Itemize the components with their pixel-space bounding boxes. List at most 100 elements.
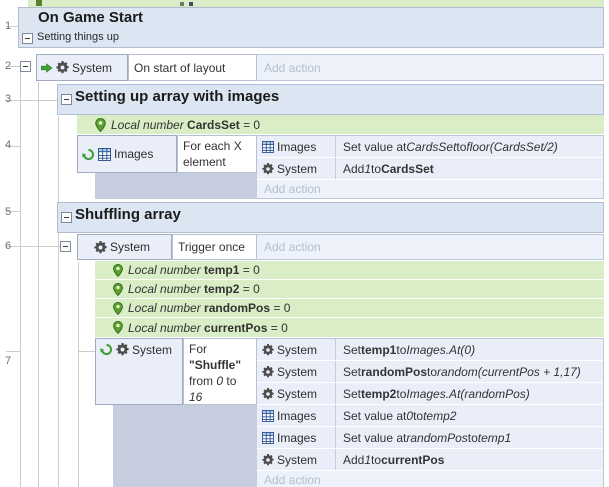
event-object-cell[interactable]: System bbox=[95, 338, 183, 405]
event-object-label: Images bbox=[114, 147, 153, 161]
text-fragment bbox=[180, 2, 184, 6]
row-number: 2 bbox=[1, 60, 15, 72]
system-gear-icon bbox=[262, 163, 274, 175]
action-object-label: System bbox=[277, 387, 317, 401]
row-number: 6 bbox=[1, 240, 15, 252]
action-text: Add 1 to currentPos bbox=[335, 449, 603, 470]
tree-line bbox=[58, 116, 59, 487]
group-title: On Game Start bbox=[38, 9, 143, 26]
tree-line bbox=[38, 82, 39, 487]
action-object-label: System bbox=[277, 162, 317, 176]
variable-declaration: Local number CardsSet = 0 bbox=[111, 118, 260, 132]
event-object-label: System bbox=[132, 343, 172, 357]
action-text: Set temp1 to Images.At(0) bbox=[335, 339, 603, 360]
action-object-label: System bbox=[277, 453, 317, 467]
system-gear-icon bbox=[116, 343, 129, 356]
local-variable-pin-icon bbox=[95, 118, 106, 132]
event-object-cell[interactable]: System bbox=[77, 234, 172, 260]
collapse-icon[interactable] bbox=[60, 241, 71, 252]
local-variable-row[interactable]: Local number temp1 = 0 bbox=[95, 261, 604, 280]
action-row[interactable]: System Add 1 to CardsSet bbox=[257, 158, 603, 180]
local-variable-pin-icon bbox=[113, 264, 123, 277]
row-number: 7 bbox=[1, 355, 15, 367]
action-row[interactable]: System Add 1 to currentPos bbox=[257, 449, 603, 471]
collapse-icon[interactable] bbox=[61, 212, 72, 223]
row-number: 4 bbox=[1, 139, 15, 151]
action-row[interactable]: Images Set value at CardsSet to floor(Ca… bbox=[257, 136, 603, 158]
event-object-label: System bbox=[72, 61, 112, 75]
condition-text: For each X element bbox=[183, 139, 242, 169]
collapse-icon[interactable] bbox=[22, 33, 33, 44]
group-title: Shuffling array bbox=[75, 206, 181, 223]
action-row[interactable]: System Set temp1 to Images.At(0) bbox=[257, 339, 603, 361]
event-object-cell[interactable]: Images bbox=[77, 135, 177, 173]
variable-declaration: Local number currentPos = 0 bbox=[128, 321, 288, 335]
collapse-icon[interactable] bbox=[61, 94, 72, 105]
add-action-label: Add action bbox=[264, 61, 321, 75]
system-gear-icon bbox=[262, 454, 274, 466]
action-text: Set value at randomPos to temp1 bbox=[335, 427, 603, 448]
add-action[interactable]: Add action bbox=[257, 471, 603, 487]
action-object-label: Images bbox=[277, 140, 316, 154]
local-variable-pin-icon bbox=[113, 321, 123, 334]
row-number: 1 bbox=[1, 20, 15, 32]
local-variable-row[interactable]: Local number temp2 = 0 bbox=[95, 280, 604, 299]
condition-cell[interactable]: On start of layout bbox=[128, 54, 257, 81]
actions-area: Add action bbox=[257, 54, 604, 81]
system-gear-icon bbox=[56, 61, 69, 74]
system-gear-icon bbox=[262, 344, 274, 356]
action-text: Set randomPos to random(currentPos + 1,1… bbox=[335, 361, 603, 382]
variable-declaration: Local number temp1 = 0 bbox=[128, 263, 260, 277]
loop-icon bbox=[100, 343, 113, 356]
condition-text: For "Shuffle" from 0 to 16 bbox=[189, 342, 241, 404]
partial-variable-row bbox=[28, 0, 604, 7]
action-row[interactable]: System Set randomPos to random(currentPo… bbox=[257, 361, 603, 383]
system-gear-icon bbox=[262, 366, 274, 378]
event-filler bbox=[113, 405, 257, 487]
row-number: 5 bbox=[1, 206, 15, 218]
pin-icon-fragment bbox=[36, 0, 42, 6]
images-array-icon bbox=[262, 432, 274, 444]
loop-icon bbox=[82, 148, 95, 161]
collapse-icon[interactable] bbox=[20, 61, 31, 72]
event-object-cell[interactable]: System bbox=[36, 54, 128, 81]
action-row[interactable]: System Set temp2 to Images.At(randomPos) bbox=[257, 383, 603, 405]
text-fragment bbox=[189, 2, 193, 6]
condition-text: On start of layout bbox=[134, 60, 225, 76]
local-variable-row[interactable]: Local number randomPos = 0 bbox=[95, 299, 604, 318]
images-array-icon bbox=[98, 148, 111, 161]
trigger-arrow-icon bbox=[41, 63, 53, 73]
tree-line bbox=[78, 262, 79, 487]
group-title: Setting up array with images bbox=[75, 88, 279, 105]
action-object-label: Images bbox=[277, 409, 316, 423]
actions-area: Add action bbox=[257, 234, 604, 260]
action-text: Set value at CardsSet to floor(CardsSet/… bbox=[335, 136, 603, 157]
condition-cell[interactable]: Trigger once bbox=[172, 234, 257, 260]
row-number: 3 bbox=[1, 93, 15, 105]
event-sheet: 1 2 3 4 5 6 7 On Game Start Setting thin… bbox=[0, 0, 609, 487]
add-action[interactable]: Add action bbox=[257, 55, 603, 80]
add-action[interactable]: Add action bbox=[257, 235, 603, 259]
condition-cell[interactable]: For "Shuffle" from 0 to 16 bbox=[183, 338, 257, 405]
action-text: Set temp2 to Images.At(randomPos) bbox=[335, 383, 603, 404]
variable-declaration: Local number temp2 = 0 bbox=[128, 282, 260, 296]
local-variable-pin-icon bbox=[113, 302, 123, 315]
add-action-label: Add action bbox=[264, 473, 321, 487]
condition-cell[interactable]: For each X element bbox=[177, 135, 257, 173]
variable-declaration: Local number randomPos = 0 bbox=[128, 301, 290, 315]
actions-area: System Set temp1 to Images.At(0) System … bbox=[257, 338, 604, 487]
add-action[interactable]: Add action bbox=[257, 180, 603, 198]
action-row[interactable]: Images Set value at randomPos to temp1 bbox=[257, 427, 603, 449]
local-variable-row[interactable]: Local number CardsSet = 0 bbox=[77, 115, 604, 135]
action-text: Add 1 to CardsSet bbox=[335, 158, 603, 179]
system-gear-icon bbox=[262, 388, 274, 400]
system-gear-icon bbox=[94, 241, 107, 254]
group-subtitle: Setting things up bbox=[37, 31, 119, 43]
action-object-label: System bbox=[277, 343, 317, 357]
tree-line bbox=[20, 72, 21, 487]
actions-area: Images Set value at CardsSet to floor(Ca… bbox=[257, 135, 604, 199]
tree-tick bbox=[6, 351, 20, 352]
action-row[interactable]: Images Set value at 0 to temp2 bbox=[257, 405, 603, 427]
images-array-icon bbox=[262, 410, 274, 422]
local-variable-row[interactable]: Local number currentPos = 0 bbox=[95, 318, 604, 338]
